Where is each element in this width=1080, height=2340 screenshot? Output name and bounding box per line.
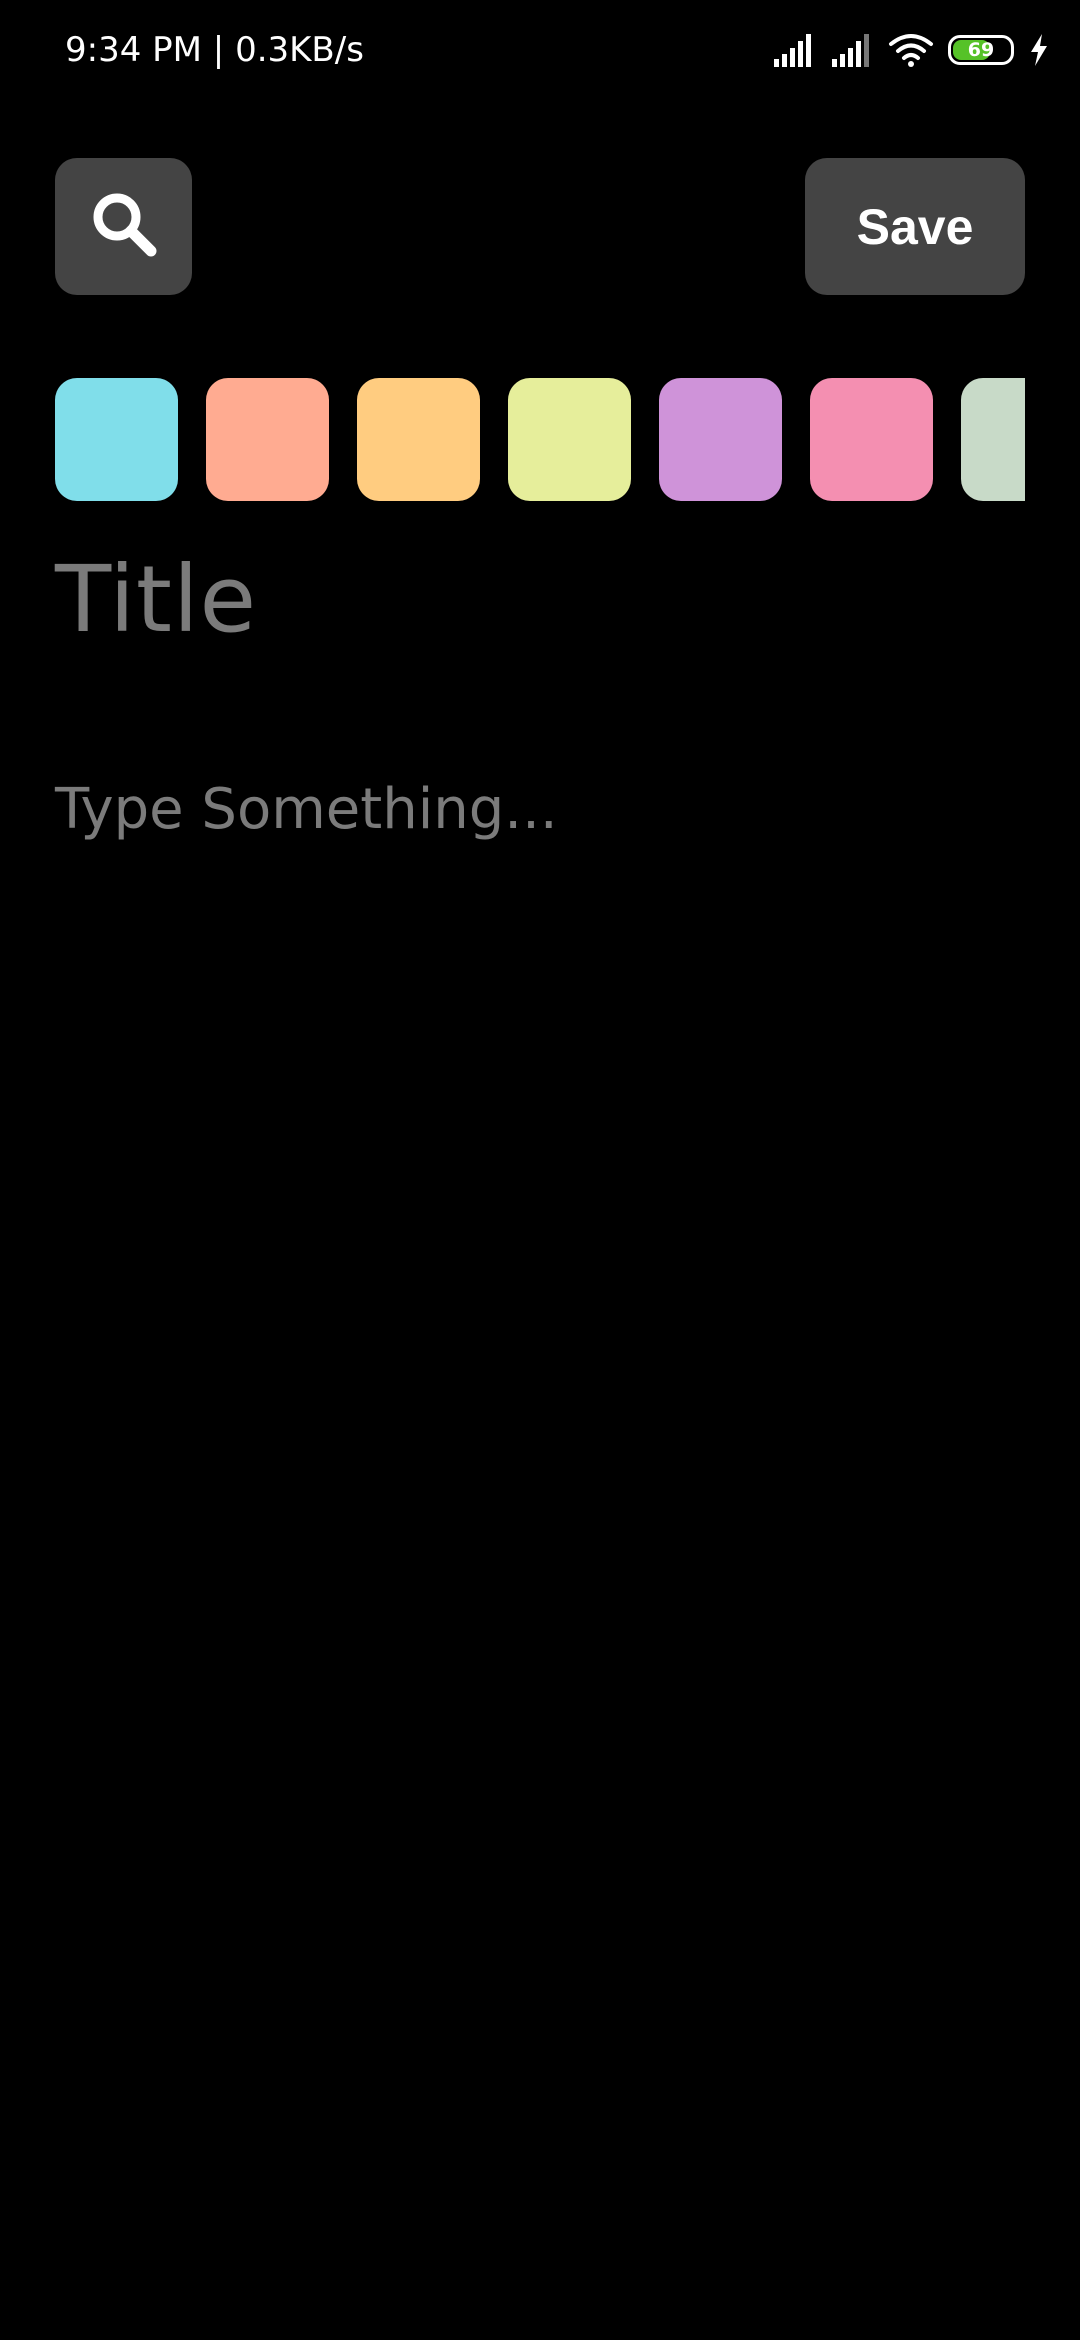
status-icons: 69: [772, 28, 1050, 72]
battery-icon: 69: [948, 35, 1014, 65]
title-input[interactable]: Title: [55, 545, 1025, 655]
note-editor-screen: 9:34 PM | 0.3KB/s 69 Save Title Type Som…: [0, 0, 1080, 2340]
color-swatch[interactable]: [810, 378, 933, 501]
color-swatch[interactable]: [357, 378, 480, 501]
battery-level-text: 69: [967, 39, 995, 61]
status-bar: 9:34 PM | 0.3KB/s 69: [0, 0, 1080, 100]
color-swatch[interactable]: [961, 378, 1025, 501]
signal-icon: [830, 33, 874, 67]
status-time-speed: 9:34 PM | 0.3KB/s: [65, 30, 364, 70]
color-swatch[interactable]: [659, 378, 782, 501]
save-button[interactable]: Save: [805, 158, 1025, 295]
search-button[interactable]: [55, 158, 192, 295]
color-swatch[interactable]: [206, 378, 329, 501]
charging-icon: [1028, 33, 1050, 67]
signal-icon: [772, 33, 816, 67]
color-swatch[interactable]: [508, 378, 631, 501]
wifi-icon: [888, 33, 934, 67]
color-swatch[interactable]: [55, 378, 178, 501]
search-icon: [89, 189, 159, 264]
color-palette: [55, 378, 1025, 501]
note-body-input[interactable]: Type Something...: [55, 770, 1025, 850]
